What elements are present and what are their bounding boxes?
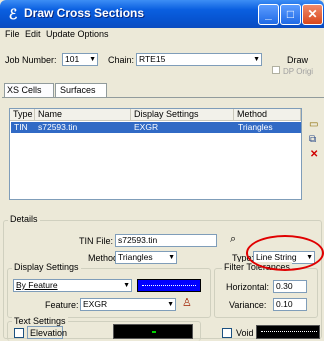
horizontal-field[interactable]: 0.30 xyxy=(273,280,307,293)
void-label: Void xyxy=(236,328,254,338)
feature-select[interactable]: EXGR ▼ xyxy=(80,298,176,311)
menu-file[interactable]: File xyxy=(5,29,20,39)
chevron-down-icon: ▼ xyxy=(168,254,175,261)
text-settings-legend: Text Settings xyxy=(12,316,68,326)
display-settings-legend: Display Settings xyxy=(12,262,81,272)
feature-label: Feature: xyxy=(45,300,79,310)
chain-select[interactable]: RTE15 ▼ xyxy=(136,53,262,66)
maximize-button[interactable]: □ xyxy=(280,4,301,25)
cell-display-settings: EXGR xyxy=(134,122,159,132)
by-feature-value: By Feature xyxy=(16,280,58,290)
search-icon[interactable]: ⌕ xyxy=(230,233,236,246)
chain-label: Chain: xyxy=(108,55,135,65)
minimize-button[interactable]: _ xyxy=(258,4,279,25)
highlight-circle-annotation xyxy=(246,235,324,271)
add-surface-icon[interactable]: ▭ xyxy=(309,120,318,130)
surfaces-table[interactable]: Type Name Display Settings Method TIN s7… xyxy=(9,108,302,200)
by-feature-select[interactable]: By Feature ▼ xyxy=(13,279,132,292)
tab-xs-cells[interactable]: XS Cells xyxy=(4,83,54,97)
chevron-down-icon: ▼ xyxy=(253,56,260,63)
void-checkbox[interactable] xyxy=(222,328,232,338)
chevron-down-icon: ▼ xyxy=(123,282,130,289)
column-header-display-settings[interactable]: Display Settings xyxy=(131,109,234,121)
method-value: Triangles xyxy=(118,252,153,262)
chevron-down-icon: ▼ xyxy=(89,56,96,63)
cell-method: Triangles xyxy=(238,122,273,132)
column-header-name[interactable]: Name xyxy=(35,109,131,121)
column-header-type[interactable]: Type xyxy=(10,109,35,121)
tab-surfaces[interactable]: Surfaces xyxy=(55,83,107,97)
menu-edit[interactable]: Edit xyxy=(25,29,41,39)
variance-field[interactable]: 0.10 xyxy=(273,298,307,311)
variance-label: Variance: xyxy=(229,300,267,310)
void-line-preview xyxy=(261,331,317,332)
delete-icon[interactable]: ✕ xyxy=(310,150,318,160)
method-select[interactable]: Triangles ▼ xyxy=(115,251,177,264)
menu-bar: File Edit Update Options xyxy=(0,28,324,42)
column-header-method[interactable]: Method xyxy=(234,109,301,121)
copy-icon[interactable]: ⧉ xyxy=(309,135,316,145)
menu-update-options[interactable]: Update Options xyxy=(46,29,109,39)
text-preview-mark xyxy=(152,331,156,333)
void-line-swatch[interactable] xyxy=(256,325,320,339)
text-color-swatch[interactable] xyxy=(113,324,193,339)
draw-button[interactable]: Draw xyxy=(287,55,308,65)
elevation-checkbox[interactable] xyxy=(14,328,24,338)
dp-orig-label: DP Origi xyxy=(283,67,314,76)
close-button[interactable]: ✕ xyxy=(302,4,323,25)
job-number-value: 101 xyxy=(65,54,80,64)
table-row[interactable]: TIN s72593.tin EXGR Triangles xyxy=(11,122,301,133)
line-style-preview xyxy=(142,285,196,286)
tab-xs-cells-label: XS Cells xyxy=(7,85,42,95)
feature-value: EXGR xyxy=(83,299,108,309)
window-title: Draw Cross Sections xyxy=(24,6,145,20)
elevation-box: Elevation xyxy=(27,326,67,339)
horizontal-label: Horizontal: xyxy=(226,282,270,292)
job-number-label: Job Number: xyxy=(5,55,57,65)
symbology-swatch[interactable] xyxy=(137,279,201,292)
tin-file-field[interactable]: s72593.tin xyxy=(115,234,217,247)
tab-surfaces-label: Surfaces xyxy=(60,85,96,95)
job-number-select[interactable]: 101 ▼ xyxy=(62,53,98,66)
app-icon: ℰ xyxy=(8,6,18,22)
feature-picker-icon[interactable]: ♙ xyxy=(182,296,192,309)
details-legend: Details xyxy=(8,214,40,224)
tin-file-label: TIN File: xyxy=(79,236,114,246)
cell-name: s72593.tin xyxy=(38,122,78,132)
elevation-label: Elevation xyxy=(30,328,68,338)
dp-orig-checkbox[interactable] xyxy=(272,66,280,74)
chevron-down-icon: ▼ xyxy=(167,301,174,308)
tab-divider xyxy=(2,97,324,98)
chain-value: RTE15 xyxy=(139,54,166,64)
cell-type: TIN xyxy=(14,122,28,132)
